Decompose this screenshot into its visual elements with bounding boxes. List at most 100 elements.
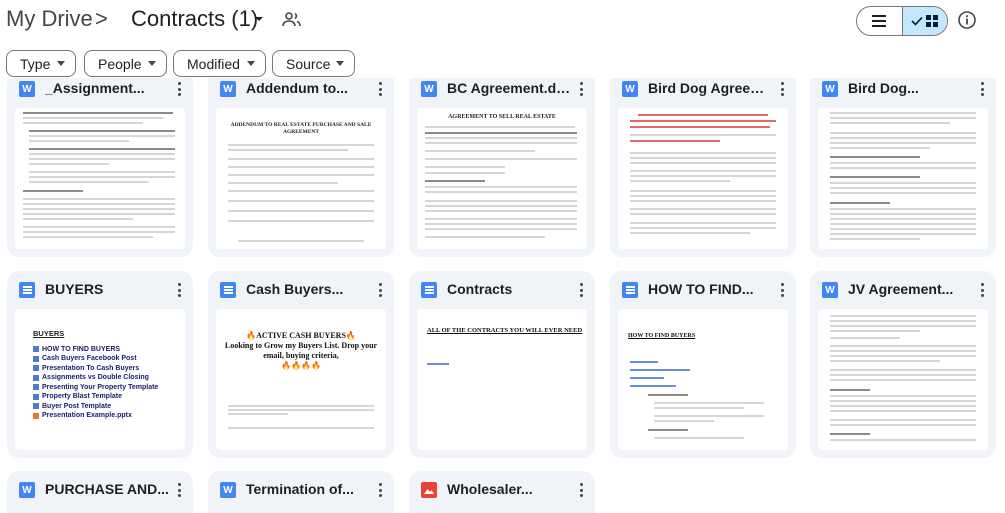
folder-menu-caret-icon[interactable] [252, 12, 266, 26]
buyers-preview-item: Cash Buyers Facebook Post [42, 355, 137, 362]
file-name: Contracts [447, 281, 513, 297]
cash-buyers-preview: 🔥ACTIVE CASH BUYERS🔥 Looking to Grow my … [216, 331, 386, 371]
cash-buyers-preview-title: 🔥ACTIVE CASH BUYERS🔥 [246, 331, 356, 340]
file-card-header: W PURCHASE AND... [7, 471, 193, 509]
buyers-preview-list: BUYERS HOW TO FIND BUYERS Cash Buyers Fa… [33, 329, 158, 421]
more-actions-icon[interactable] [776, 281, 788, 299]
file-name: Bird Dog... [848, 80, 919, 96]
image-file-icon [421, 482, 437, 498]
file-card-header: W BC Agreement.docx [409, 78, 595, 108]
word-file-icon: W [822, 282, 838, 298]
filter-modified-chip[interactable]: Modified [173, 50, 266, 77]
more-actions-icon[interactable] [976, 80, 988, 98]
file-card[interactable]: W _Assignment... [7, 78, 193, 257]
info-icon[interactable] [957, 10, 977, 30]
file-card[interactable]: Contracts ALL OF THE CONTRACTS YOU WILL … [409, 271, 595, 458]
filter-type-label: Type [20, 55, 51, 72]
file-name: _Assignment... [45, 80, 145, 96]
more-actions-icon[interactable] [173, 481, 185, 499]
file-preview: AGREEMENT TO SELL REAL ESTATE [417, 108, 587, 249]
file-card-header: W _Assignment... [7, 78, 193, 108]
word-file-icon: W [220, 482, 236, 498]
word-file-icon: W [19, 482, 35, 498]
buyers-preview-item: Presenting Your Property Template [42, 383, 159, 391]
file-name: BUYERS [45, 281, 104, 297]
file-card[interactable]: W Termination of... [208, 471, 394, 513]
view-toggle [856, 6, 948, 36]
file-card-header: Cash Buyers... [208, 271, 394, 309]
filter-source-chip[interactable]: Source [272, 50, 355, 77]
bc-preview-title: AGREEMENT TO SELL REAL ESTATE [448, 114, 556, 120]
file-card[interactable]: Cash Buyers... 🔥ACTIVE CASH BUYERS🔥 Look… [208, 271, 394, 458]
filter-people-label: People [98, 55, 142, 72]
file-name: JV Agreement... [848, 281, 954, 297]
file-card-header: W Bird Dog Agreemen... [610, 78, 796, 108]
file-card[interactable]: W JV Agreement... [810, 271, 996, 458]
file-preview: 🔥ACTIVE CASH BUYERS🔥 Looking to Grow my … [216, 309, 386, 450]
buyers-preview-item: Property Blast Template [42, 393, 123, 400]
breadcrumb-separator: > [95, 6, 108, 31]
file-name: PURCHASE AND... [45, 481, 169, 497]
filter-type-chip[interactable]: Type [6, 50, 76, 77]
breadcrumb-current-folder[interactable]: Contracts (1) [131, 6, 258, 32]
file-card[interactable]: HOW TO FIND... HOW TO FIND BUYERS [610, 271, 796, 458]
file-name: Wholesaler... [447, 481, 533, 497]
breadcrumb-my-drive[interactable]: My Drive [6, 6, 93, 32]
chevron-down-icon [336, 61, 344, 66]
file-preview [15, 108, 185, 249]
more-actions-icon[interactable] [173, 281, 185, 299]
contracts-preview-title: ALL OF THE CONTRACTS YOU WILL EVER NEED [427, 327, 583, 334]
more-actions-icon[interactable] [575, 281, 587, 299]
buyers-preview-item: HOW TO FIND BUYERS [42, 345, 121, 353]
check-icon [911, 16, 923, 26]
word-file-icon: W [822, 81, 838, 97]
file-name: Termination of... [246, 481, 354, 497]
file-card[interactable]: Wholesaler... [409, 471, 595, 513]
chevron-down-icon [148, 61, 156, 66]
file-card-header: W Bird Dog... [810, 78, 996, 108]
file-card[interactable]: W Addendum to... ADDENDUM TO REAL ESTATE… [208, 78, 394, 257]
grid-view-button[interactable] [901, 7, 947, 35]
file-preview [818, 108, 988, 249]
docs-file-icon [421, 282, 437, 298]
file-card[interactable]: W PURCHASE AND... [7, 471, 193, 513]
more-actions-icon[interactable] [776, 80, 788, 98]
file-preview [618, 108, 788, 249]
more-actions-icon[interactable] [173, 80, 185, 98]
file-grid: W _Assignment... W Addendum to... ADDEND… [0, 78, 1005, 513]
file-card-header: W Addendum to... [208, 78, 394, 108]
more-actions-icon[interactable] [374, 481, 386, 499]
more-actions-icon[interactable] [976, 281, 988, 299]
buyers-preview-item: Buyer Post Template [42, 402, 112, 410]
file-card-header: W JV Agreement... [810, 271, 996, 309]
file-name: Bird Dog Agreemen... [648, 80, 772, 96]
file-card[interactable]: W Bird Dog Agreemen... [610, 78, 796, 257]
file-name: HOW TO FIND... [648, 281, 754, 297]
file-card[interactable]: W BC Agreement.docx AGREEMENT TO SELL RE… [409, 78, 595, 257]
file-card[interactable]: BUYERS BUYERS HOW TO FIND BUYERS Cash Bu… [7, 271, 193, 458]
file-name: Addendum to... [246, 80, 348, 96]
more-actions-icon[interactable] [374, 281, 386, 299]
docs-file-icon [220, 282, 236, 298]
cash-buyers-preview-fire: 🔥🔥🔥🔥 [281, 361, 321, 370]
filter-people-chip[interactable]: People [84, 50, 167, 77]
chevron-down-icon [57, 61, 65, 66]
word-file-icon: W [421, 81, 437, 97]
file-card[interactable]: W Bird Dog... [810, 78, 996, 257]
buyers-preview-item: Presentation To Cash Buyers [42, 364, 140, 372]
file-preview: ADDENDUM TO REAL ESTATE PURCHASE AND SAL… [216, 108, 386, 249]
file-preview: ALL OF THE CONTRACTS YOU WILL EVER NEED [417, 309, 587, 450]
chevron-down-icon [247, 61, 255, 66]
buyers-preview-heading: BUYERS [33, 329, 65, 338]
file-name: BC Agreement.docx [447, 80, 571, 96]
buyers-preview-item: Assignments vs Double Closing [42, 374, 149, 381]
docs-file-icon [622, 282, 638, 298]
more-actions-icon[interactable] [575, 481, 587, 499]
shared-folder-icon[interactable] [280, 9, 302, 31]
more-actions-icon[interactable] [374, 80, 386, 98]
list-view-button[interactable] [857, 7, 902, 35]
more-actions-icon[interactable] [575, 80, 587, 98]
howto-preview-title: HOW TO FIND BUYERS [628, 333, 696, 339]
file-card-header: Contracts [409, 271, 595, 309]
file-card-header: HOW TO FIND... [610, 271, 796, 309]
